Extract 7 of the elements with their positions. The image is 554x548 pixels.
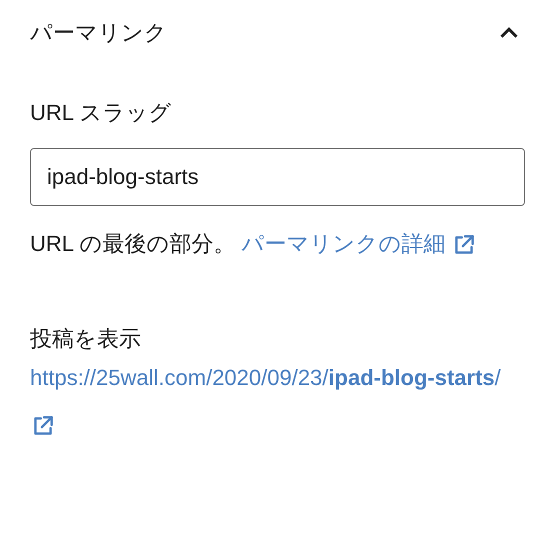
permalink-details-link[interactable]: パーマリンクの詳細: [241, 231, 446, 256]
slug-input-field[interactable]: ipad-blog-starts: [30, 148, 525, 206]
post-url-link[interactable]: https://25wall.com/2020/09/23/ipad-blog-starts/: [30, 365, 501, 390]
field-label: URL スラッグ: [30, 99, 172, 127]
view-post-label: 投稿を表示: [30, 325, 141, 353]
panel-title: パーマリンク: [30, 19, 167, 47]
help-text: URL の最後の部分。: [30, 231, 236, 256]
